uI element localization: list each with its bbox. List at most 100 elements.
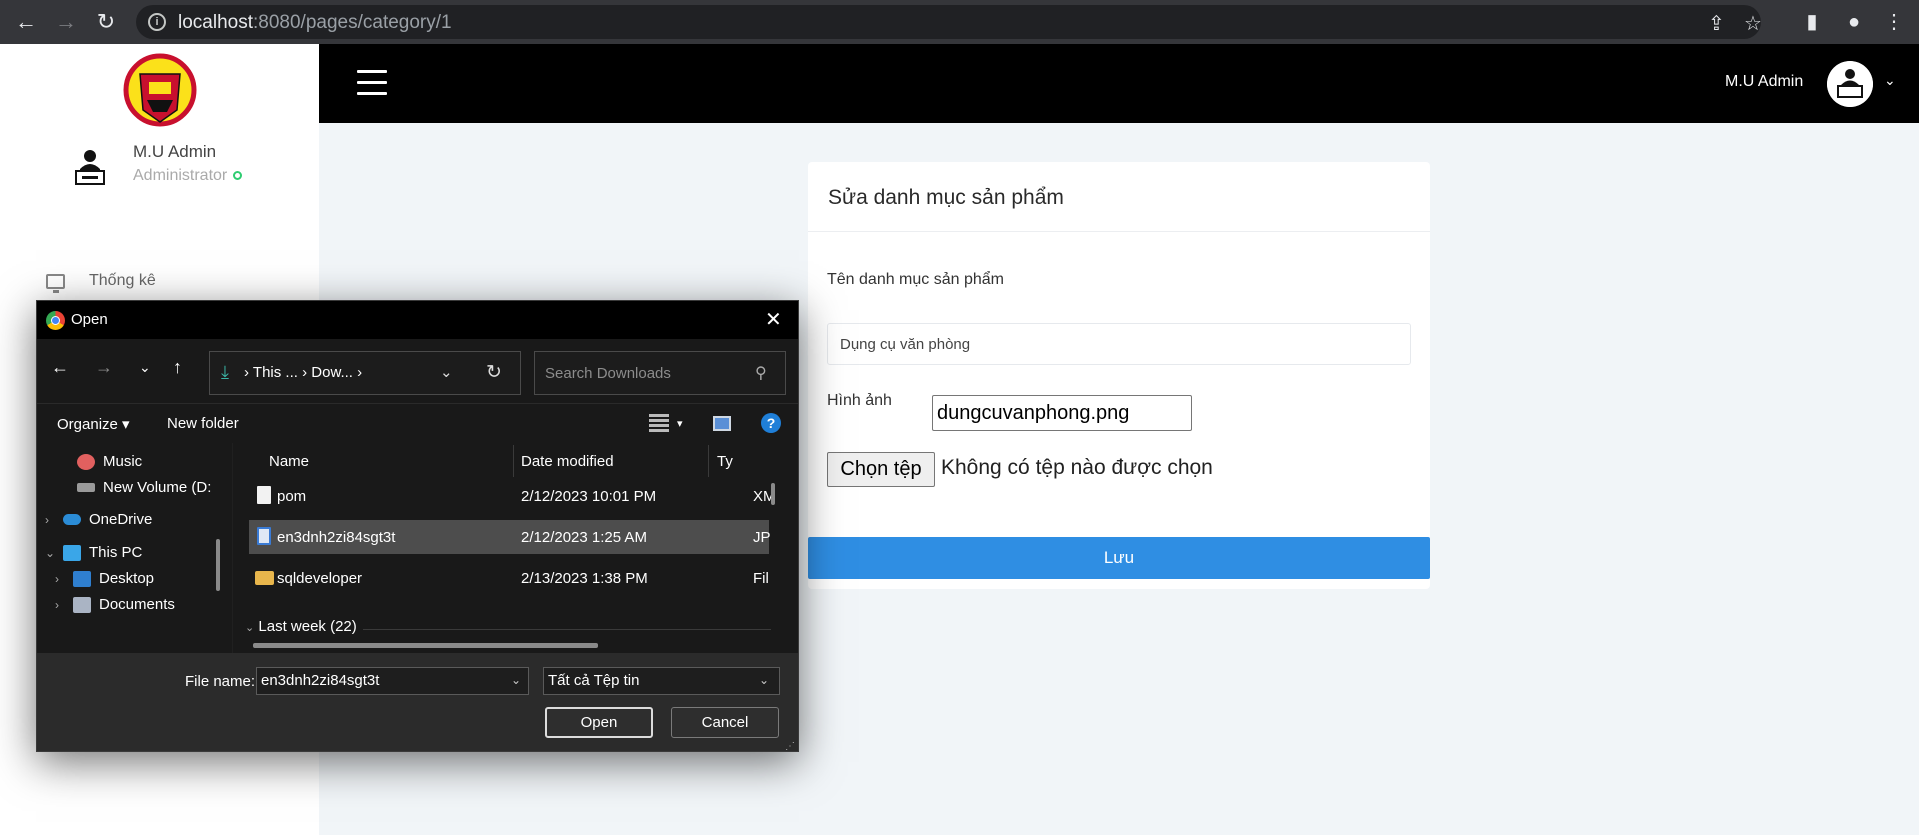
file-list: Name Date modified Ty pom 2/12/2023 10:0… — [233, 443, 798, 653]
view-options-icon[interactable] — [649, 414, 669, 432]
file-list-horizontal-scrollbar[interactable] — [253, 643, 598, 648]
column-date-modified[interactable]: Date modified — [521, 453, 614, 470]
recent-chevron-icon[interactable]: ⌄ — [139, 359, 151, 376]
column-type[interactable]: Ty — [717, 453, 733, 470]
image-label: Hình ảnh — [827, 392, 892, 409]
desktop-icon — [73, 570, 91, 587]
card-divider — [808, 231, 1430, 232]
dialog-title: Open — [71, 311, 108, 328]
chrome-logo-icon — [46, 311, 65, 330]
chevron-down-icon[interactable]: ⌄ — [759, 673, 769, 687]
preview-pane-icon[interactable] — [713, 416, 731, 431]
breadcrumb[interactable]: › This ... › Dow... › — [244, 364, 362, 381]
online-status-icon — [233, 171, 243, 181]
folder-icon — [255, 571, 274, 585]
card-title: Sửa danh mục sản phẩm — [828, 186, 1064, 209]
group-last-week[interactable]: ⌄ Last week (22) — [245, 618, 357, 635]
file-name-label: File name: — [185, 673, 256, 690]
monitor-icon — [46, 273, 65, 293]
menu-dots-icon[interactable]: ⋮ — [1880, 8, 1908, 36]
sidebar-item-label: Thống kê — [89, 272, 156, 289]
nav-item-new-volume[interactable]: New Volume (D: — [77, 479, 211, 496]
dialog-bottom-bar: File name: en3dnh2zi84sgt3t ⌄ Tất cả Tệp… — [37, 653, 798, 751]
search-icon: ⚲ — [755, 365, 767, 382]
nav-item-onedrive[interactable]: › OneDrive — [45, 511, 152, 528]
chevron-down-icon[interactable]: ⌄ — [45, 546, 55, 560]
dialog-titlebar[interactable]: Open ✕ — [37, 301, 798, 339]
address-bar[interactable]: i localhost:8080/pages/category/1 ⇪ ☆ — [136, 5, 1762, 39]
sidebar-user-name: M.U Admin — [133, 142, 217, 161]
new-folder-button[interactable]: New folder — [167, 415, 239, 432]
save-button[interactable]: Lưu — [808, 537, 1430, 579]
search-downloads-input[interactable]: Search Downloads ⚲ — [534, 351, 786, 395]
group-divider — [363, 629, 771, 630]
dialog-nav-row: ← → ⌄ ↑ ⤓ › This ... › Dow... › ⌄ ↻ Sear… — [37, 339, 798, 403]
back-arrow-icon[interactable]: ← — [51, 357, 69, 378]
view-chevron-icon[interactable]: ▾ — [677, 417, 683, 430]
drive-icon — [77, 483, 95, 492]
sidebar-item-statistics[interactable]: Thống kê — [46, 272, 156, 293]
profile-icon[interactable]: ● — [1840, 8, 1868, 36]
site-info-icon[interactable]: i — [148, 13, 166, 31]
reload-icon[interactable]: ↻ — [92, 8, 120, 36]
top-header: M.U Admin ⌄ — [319, 44, 1919, 123]
header-avatar[interactable] — [1827, 61, 1873, 107]
choose-file-button[interactable]: Chọn tệp — [827, 452, 935, 487]
file-row-sqldeveloper[interactable]: sqldeveloper 2/13/2023 1:38 PM Fil — [249, 561, 769, 595]
nav-item-this-pc[interactable]: ⌄ This PC — [45, 544, 142, 561]
header-user-name[interactable]: M.U Admin — [1725, 73, 1803, 91]
chevron-right-icon[interactable]: › — [45, 513, 55, 527]
share-icon[interactable]: ⇪ — [1708, 11, 1725, 36]
category-name-label: Tên danh mục sản phẩm — [827, 271, 1004, 288]
edit-category-card: Sửa danh mục sản phẩm Tên danh mục sản p… — [808, 162, 1430, 589]
image-file-icon — [257, 527, 271, 545]
column-separator[interactable] — [708, 445, 709, 477]
image-filename-input[interactable] — [932, 395, 1192, 431]
forward-icon[interactable]: → — [52, 8, 80, 36]
open-button[interactable]: Open — [545, 707, 653, 738]
column-separator[interactable] — [513, 445, 514, 477]
cancel-button[interactable]: Cancel — [671, 707, 779, 738]
up-arrow-icon[interactable]: ↑ — [173, 357, 182, 378]
file-status-text: Không có tệp nào được chọn — [941, 456, 1213, 479]
music-icon — [77, 453, 95, 470]
hamburger-menu-icon[interactable] — [357, 70, 387, 96]
dialog-address-bar[interactable]: ⤓ › This ... › Dow... › ⌄ ↻ — [209, 351, 521, 395]
chevron-down-icon[interactable]: ⌄ — [511, 673, 521, 687]
back-icon[interactable]: ← — [12, 8, 40, 36]
manchester-united-logo — [123, 53, 197, 127]
sidebar-user-role: Administrator — [133, 167, 243, 185]
url-text[interactable]: localhost:8080/pages/category/1 — [178, 12, 452, 34]
organize-button[interactable]: Organize ▾ — [57, 415, 130, 433]
nav-scrollbar[interactable] — [216, 539, 220, 591]
chevron-right-icon[interactable]: › — [55, 572, 65, 586]
help-icon[interactable]: ? — [761, 413, 781, 433]
column-name[interactable]: Name — [269, 453, 309, 470]
side-panel-icon[interactable]: ▮ — [1798, 8, 1826, 36]
nav-item-music[interactable]: Music — [77, 453, 142, 470]
file-row-en3dnh2zi84sgt3t[interactable]: en3dnh2zi84sgt3t 2/12/2023 1:25 AM JP — [249, 520, 771, 554]
search-placeholder: Search Downloads — [545, 365, 671, 382]
open-file-dialog: Open ✕ ← → ⌄ ↑ ⤓ › This ... › Dow... › ⌄… — [36, 300, 799, 752]
file-name-input[interactable]: en3dnh2zi84sgt3t — [256, 667, 529, 695]
resize-grip-icon[interactable]: ⋰ — [785, 741, 795, 752]
address-chevron-icon[interactable]: ⌄ — [440, 363, 453, 381]
refresh-icon[interactable]: ↻ — [486, 361, 502, 384]
chevron-right-icon[interactable]: › — [55, 598, 65, 612]
nav-item-documents[interactable]: › Documents — [55, 596, 175, 613]
close-icon[interactable]: ✕ — [765, 307, 782, 332]
category-name-input[interactable] — [827, 323, 1411, 365]
bookmark-star-icon[interactable]: ☆ — [1744, 11, 1762, 36]
chevron-down-icon[interactable]: ⌄ — [1884, 72, 1896, 89]
chevron-down-icon: ⌄ — [245, 622, 255, 634]
forward-arrow-icon[interactable]: → — [95, 357, 113, 378]
download-arrow-icon: ⤓ — [221, 362, 229, 382]
file-row-pom[interactable]: pom 2/12/2023 10:01 PM XM — [249, 479, 776, 513]
cloud-icon — [63, 514, 81, 525]
dialog-toolbar: Organize ▾ New folder ▾ ? — [37, 403, 798, 443]
computer-icon — [63, 544, 81, 561]
file-icon — [257, 486, 271, 504]
file-list-vertical-scrollbar[interactable] — [771, 483, 775, 505]
nav-item-desktop[interactable]: › Desktop — [55, 570, 154, 587]
file-type-select[interactable]: Tất cả Tệp tin — [543, 667, 780, 695]
